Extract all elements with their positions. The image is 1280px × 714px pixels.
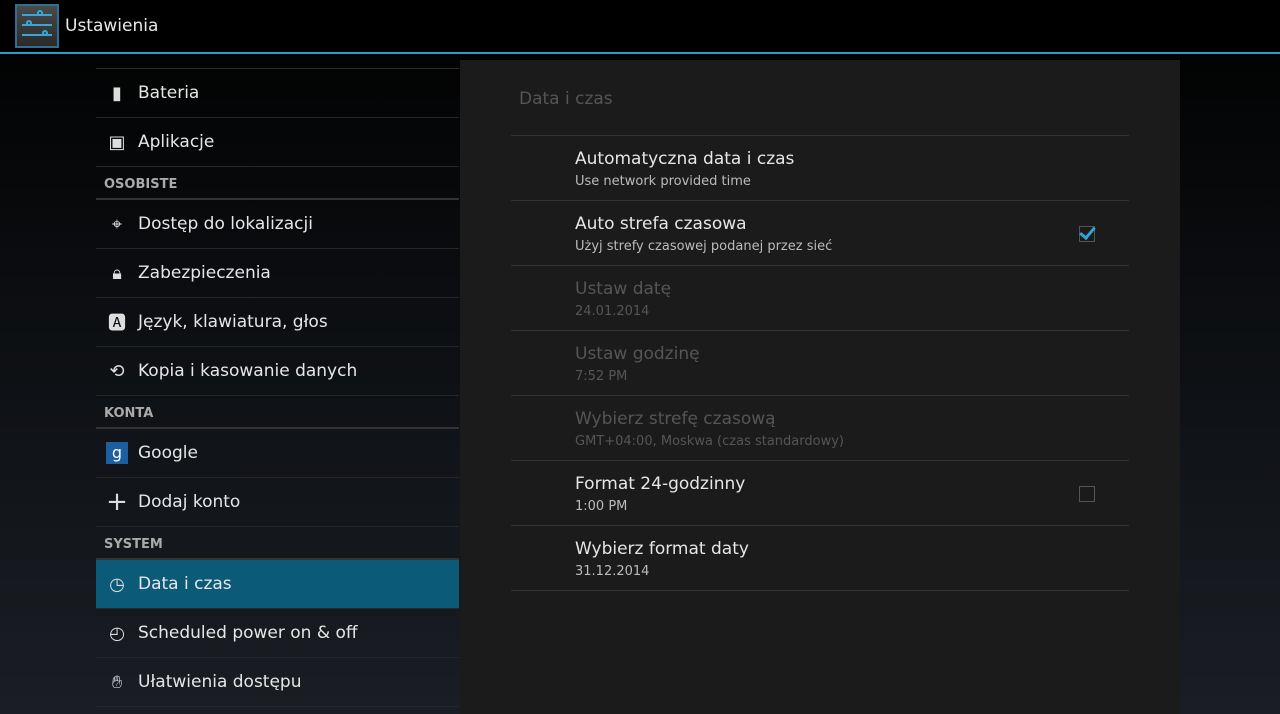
- item-subtitle: GMT+04:00, Moskwa (czas standardowy): [575, 434, 844, 449]
- section-header-system: SYSTEM: [96, 527, 459, 560]
- hand-icon: ✋︎: [111, 671, 123, 693]
- item-title: Auto strefa czasowa: [575, 214, 747, 234]
- auto-timezone-item[interactable]: Auto strefa czasowa Użyj strefy czasowej …: [511, 201, 1129, 266]
- sidebar-item-label: Scheduled power on & off: [138, 623, 358, 643]
- item-title: Automatyczna data i czas: [575, 149, 795, 169]
- sidebar-item-bateria[interactable]: ▮ Bateria: [96, 69, 459, 118]
- sidebar-item-label: Dostęp do lokalizacji: [138, 214, 313, 234]
- sidebar-item-backup[interactable]: ⟲ Kopia i kasowanie danych: [96, 347, 459, 396]
- backup-icon: ⟲: [109, 360, 125, 382]
- sidebar-item-label: Język, klawiatura, głos: [138, 312, 328, 332]
- item-title: Wybierz strefę czasową: [575, 409, 776, 429]
- format-24h-item[interactable]: Format 24-godzinny 1:00 PM: [511, 461, 1129, 526]
- settings-sliders-icon[interactable]: [15, 4, 59, 48]
- power-schedule-icon: ◴: [109, 622, 125, 644]
- format-24h-checkbox[interactable]: [1079, 486, 1095, 502]
- select-timezone-item: Wybierz strefę czasową GMT+04:00, Moskwa …: [511, 396, 1129, 461]
- sidebar-item-label: Kopia i kasowanie danych: [138, 361, 358, 381]
- item-subtitle: Użyj strefy czasowej podanej przez sieć: [575, 239, 833, 254]
- item-title: Wybierz format daty: [575, 539, 749, 559]
- date-time-dialog: Data i czas Automatyczna data i czas Use …: [460, 60, 1180, 714]
- set-date-item: Ustaw datę 24.01.2014: [511, 266, 1129, 331]
- sidebar-item-label: Bateria: [138, 83, 200, 103]
- date-time-list: Automatyczna data i czas Use network prov…: [511, 135, 1129, 591]
- auto-timezone-checkbox[interactable]: [1079, 226, 1095, 242]
- sidebar-item-scheduled-power[interactable]: ◴ Scheduled power on & off: [96, 609, 459, 658]
- apps-icon: ▣: [108, 131, 126, 153]
- sidebar-item-location[interactable]: ⌖ Dostęp do lokalizacji: [96, 200, 459, 249]
- language-icon: 🅰︎: [108, 313, 126, 334]
- sidebar-item-label: Ułatwienia dostępu: [138, 672, 302, 692]
- item-title: Ustaw datę: [575, 279, 672, 299]
- sidebar-item-label: Google: [138, 443, 198, 463]
- section-header-osobiste: OSOBISTE: [96, 167, 459, 200]
- item-title: Ustaw godzinę: [575, 344, 700, 364]
- battery-icon: ▮: [112, 82, 122, 104]
- sidebar-item-label: Aplikacje: [138, 132, 215, 152]
- sidebar-item-date-time[interactable]: ◷ Data i czas: [96, 560, 459, 609]
- date-format-item[interactable]: Wybierz format daty 31.12.2014: [511, 526, 1129, 591]
- item-subtitle: 24.01.2014: [575, 304, 650, 319]
- action-bar: Ustawienia: [0, 0, 1280, 54]
- sidebar-item-accessibility[interactable]: ✋︎ Ułatwienia dostępu: [96, 658, 459, 707]
- item-subtitle: 1:00 PM: [575, 499, 628, 514]
- auto-date-time-item[interactable]: Automatyczna data i czas Use network prov…: [511, 136, 1129, 201]
- sidebar-item-google[interactable]: g Google: [96, 429, 459, 478]
- set-time-item: Ustaw godzinę 7:52 PM: [511, 331, 1129, 396]
- sidebar-item-label: Data i czas: [138, 574, 232, 594]
- panel-title: Data i czas: [519, 89, 613, 109]
- sidebar-item-label: Zabezpieczenia: [138, 263, 271, 283]
- sidebar-item-security[interactable]: 🔒︎ Zabezpieczenia: [96, 249, 459, 298]
- settings-sidebar: ▮ Bateria ▣ Aplikacje OSOBISTE ⌖ Dostęp do …: [96, 68, 459, 707]
- sidebar-item-label: Dodaj konto: [138, 492, 241, 512]
- clock-icon: ◷: [109, 573, 125, 595]
- lock-icon: 🔒︎: [112, 262, 122, 284]
- item-subtitle: 7:52 PM: [575, 369, 628, 384]
- app-title: Ustawienia: [65, 16, 159, 36]
- plus-icon: +: [106, 487, 128, 517]
- sidebar-item-aplikacje[interactable]: ▣ Aplikacje: [96, 118, 459, 167]
- item-subtitle: Use network provided time: [575, 174, 751, 189]
- item-title: Format 24-godzinny: [575, 474, 746, 494]
- location-icon: ⌖: [111, 213, 123, 235]
- section-header-konta: KONTA: [96, 396, 459, 429]
- sidebar-item-language[interactable]: 🅰︎ Język, klawiatura, głos: [96, 298, 459, 347]
- google-icon: g: [96, 442, 138, 464]
- item-subtitle: 31.12.2014: [575, 564, 650, 579]
- sidebar-item-add-account[interactable]: + Dodaj konto: [96, 478, 459, 527]
